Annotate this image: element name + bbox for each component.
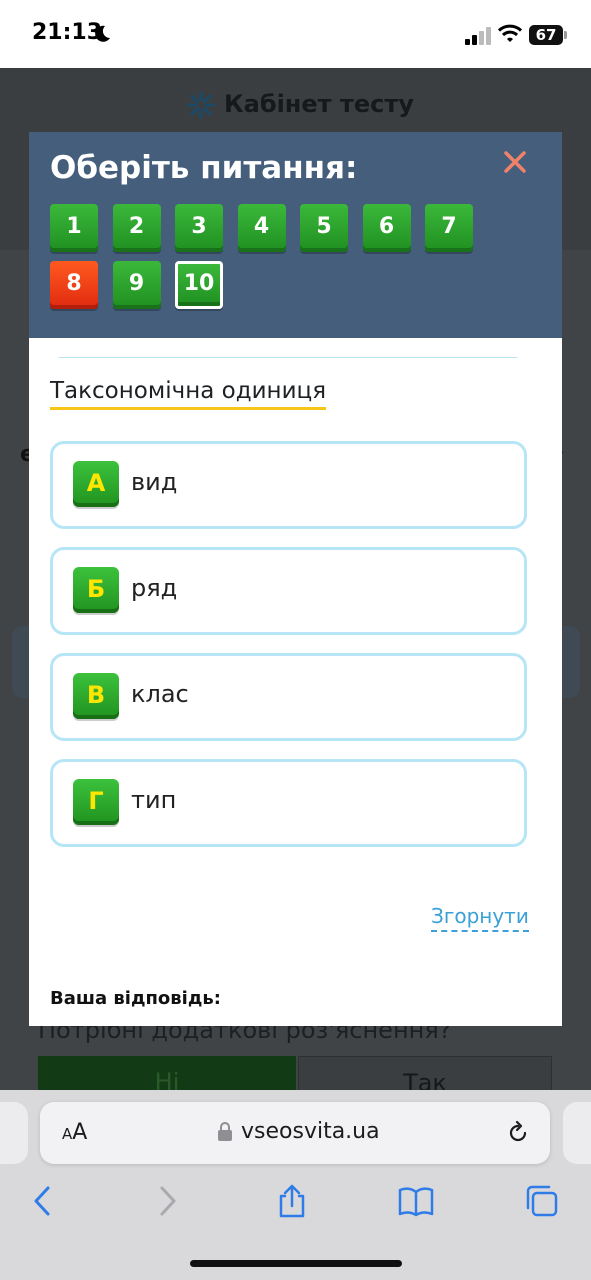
- back-icon[interactable]: [24, 1184, 60, 1218]
- question-number-10[interactable]: 10: [175, 261, 223, 309]
- question-number-5[interactable]: 5: [300, 204, 348, 252]
- address-bar[interactable]: AA vseosvita.ua: [40, 1102, 550, 1164]
- answer-option-h[interactable]: Г тип: [50, 759, 527, 847]
- option-letter-badge: Б: [73, 567, 119, 613]
- reload-icon[interactable]: [506, 1120, 530, 1146]
- browser-toolbar: AA vseosvita.ua: [0, 1090, 591, 1280]
- answer-option-a[interactable]: А вид: [50, 441, 527, 529]
- option-letter-badge: А: [73, 461, 119, 507]
- next-tab-peek[interactable]: [563, 1102, 591, 1164]
- your-answer-label: Ваша відповідь:: [50, 988, 221, 1009]
- lock-icon: [218, 1122, 232, 1141]
- page-title: Кабінет тесту: [224, 90, 414, 118]
- question-picker-modal: Оберіть питання: 1 2 3 4 5 6 7 8 9 10 Таксономічн…: [29, 132, 562, 1026]
- url-text: vseosvita.ua: [241, 1119, 380, 1144]
- answer-option-v[interactable]: В клас: [50, 653, 527, 741]
- modal-title: Оберіть питання:: [50, 150, 358, 186]
- question-number-7[interactable]: 7: [425, 204, 473, 252]
- status-bar: 21:13 67: [0, 0, 591, 68]
- signal-icon: [465, 27, 491, 45]
- option-text: клас: [131, 680, 189, 708]
- answer-option-b[interactable]: Б ряд: [50, 547, 527, 635]
- tabs-icon[interactable]: [524, 1184, 560, 1218]
- wifi-icon: [498, 24, 522, 42]
- reader-settings-button[interactable]: AA: [62, 1120, 87, 1145]
- previous-tab-peek[interactable]: [0, 1102, 28, 1164]
- battery-level: 67: [529, 25, 563, 45]
- modal-header: Оберіть питання: 1 2 3 4 5 6 7 8 9 10: [29, 132, 562, 338]
- close-icon[interactable]: [501, 148, 529, 176]
- share-icon[interactable]: [274, 1184, 310, 1218]
- collapse-link[interactable]: Згорнути: [431, 904, 529, 932]
- question-number-8[interactable]: 8: [50, 261, 98, 309]
- battery-icon: 67: [529, 25, 567, 45]
- option-text: ряд: [131, 574, 178, 602]
- question-number-6[interactable]: 6: [362, 204, 411, 252]
- question-number-9[interactable]: 9: [112, 261, 161, 309]
- option-text: тип: [131, 786, 177, 814]
- question-number-4[interactable]: 4: [237, 204, 286, 252]
- question-number-2[interactable]: 2: [112, 204, 161, 252]
- option-text: вид: [131, 468, 178, 496]
- logo-icon: [187, 91, 215, 119]
- divider: [59, 357, 517, 358]
- forward-icon[interactable]: [150, 1184, 186, 1218]
- question-number-3[interactable]: 3: [175, 204, 223, 252]
- bookmarks-icon[interactable]: [398, 1184, 434, 1218]
- question-number-1[interactable]: 1: [50, 204, 98, 252]
- question-text: Таксономічна одиниця: [50, 378, 327, 410]
- option-letter-badge: Г: [73, 779, 119, 825]
- home-indicator: [190, 1260, 402, 1267]
- moon-icon: [95, 25, 110, 42]
- option-letter-badge: В: [73, 673, 119, 719]
